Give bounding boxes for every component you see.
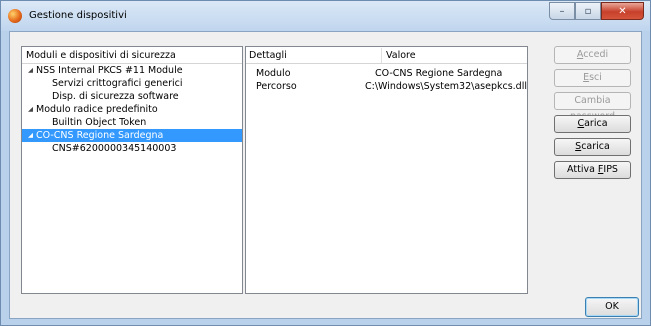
- tree-item-software-security[interactable]: Disp. di sicurezza software: [22, 90, 242, 103]
- title-bar[interactable]: Gestione dispositivi – ▫ ✕: [1, 1, 650, 31]
- login-button[interactable]: Accedi: [554, 46, 631, 64]
- detail-key: Modulo: [256, 68, 291, 79]
- close-button[interactable]: ✕: [601, 2, 644, 20]
- expanded-twisty-icon[interactable]: ◢: [28, 64, 36, 77]
- window-title: Gestione dispositivi: [29, 10, 127, 21]
- minimize-button[interactable]: –: [549, 2, 575, 20]
- button-label: carica: [581, 141, 610, 152]
- firefox-app-icon: [8, 9, 22, 23]
- button-label: Attiva: [567, 164, 598, 175]
- ok-button[interactable]: OK: [585, 297, 639, 317]
- minimize-icon: –: [559, 5, 565, 17]
- device-manager-window: Gestione dispositivi – ▫ ✕ Moduli e disp…: [0, 0, 651, 326]
- details-column-header[interactable]: Dettagli: [246, 47, 382, 63]
- detail-key: Percorso: [256, 81, 297, 92]
- button-label: arica: [584, 118, 608, 129]
- close-icon: ✕: [618, 5, 627, 17]
- button-label: ccedi: [583, 49, 609, 60]
- button-label: IPS: [603, 164, 618, 175]
- tree-item-label: Servizi crittografici generici: [52, 78, 183, 89]
- load-button[interactable]: Carica: [554, 115, 631, 133]
- expanded-twisty-icon[interactable]: ◢: [28, 129, 36, 142]
- tree-item-label: NSS Internal PKCS #11 Module: [36, 65, 183, 76]
- expanded-twisty-icon[interactable]: ◢: [28, 103, 36, 116]
- tree-item-cns-token[interactable]: CNS#6200000345140003: [22, 142, 242, 155]
- detail-value: C:\Windows\System32\asepkcs.dll: [364, 81, 527, 92]
- logout-button[interactable]: Esci: [554, 69, 631, 87]
- modules-tree[interactable]: Moduli e dispositivi di sicurezza ◢ NSS I…: [21, 46, 243, 294]
- tree-item-label: CNS#6200000345140003: [52, 143, 177, 154]
- tree-header-label: Moduli e dispositivi di sicurezza: [26, 49, 176, 61]
- maximize-icon: ▫: [584, 5, 592, 17]
- tree-item-label: Modulo radice predefinito: [36, 104, 158, 115]
- tree-item-label: CO-CNS Regione Sardegna: [36, 130, 164, 141]
- button-label: sci: [589, 72, 602, 83]
- dialog-client-area: Moduli e dispositivi di sicurezza ◢ NSS I…: [9, 31, 642, 319]
- tree-item-label: Builtin Object Token: [52, 117, 147, 128]
- tree-item-co-cns[interactable]: ◢ CO-CNS Regione Sardegna: [22, 129, 242, 142]
- tree-item-root-module[interactable]: ◢ Modulo radice predefinito: [22, 103, 242, 116]
- value-column-header[interactable]: Valore: [382, 48, 416, 63]
- table-row[interactable]: Percorso C:\Windows\System32\asepkcs.dll: [246, 80, 527, 93]
- tree-item-nss-internal[interactable]: ◢ NSS Internal PKCS #11 Module: [22, 64, 242, 77]
- tree-item-generic-crypto[interactable]: Servizi crittografici generici: [22, 77, 242, 90]
- unload-button[interactable]: Scarica: [554, 138, 631, 156]
- details-table[interactable]: Dettagli Valore Modulo CO-CNS Regione Sa…: [245, 46, 528, 294]
- tree-column-header[interactable]: Moduli e dispositivi di sicurezza: [22, 47, 242, 64]
- details-header: Dettagli Valore: [246, 47, 527, 64]
- window-controls: – ▫ ✕: [549, 2, 644, 20]
- enable-fips-button[interactable]: Attiva FIPS: [554, 161, 631, 179]
- maximize-button[interactable]: ▫: [575, 2, 601, 20]
- details-rows: Modulo CO-CNS Regione Sardegna Percorso …: [246, 64, 527, 93]
- detail-value: CO-CNS Regione Sardegna: [375, 68, 503, 79]
- tree-item-label: Disp. di sicurezza software: [52, 91, 179, 102]
- tree-item-builtin-token[interactable]: Builtin Object Token: [22, 116, 242, 129]
- change-password-button[interactable]: Cambia password: [554, 92, 631, 122]
- table-row[interactable]: Modulo CO-CNS Regione Sardegna: [246, 67, 527, 80]
